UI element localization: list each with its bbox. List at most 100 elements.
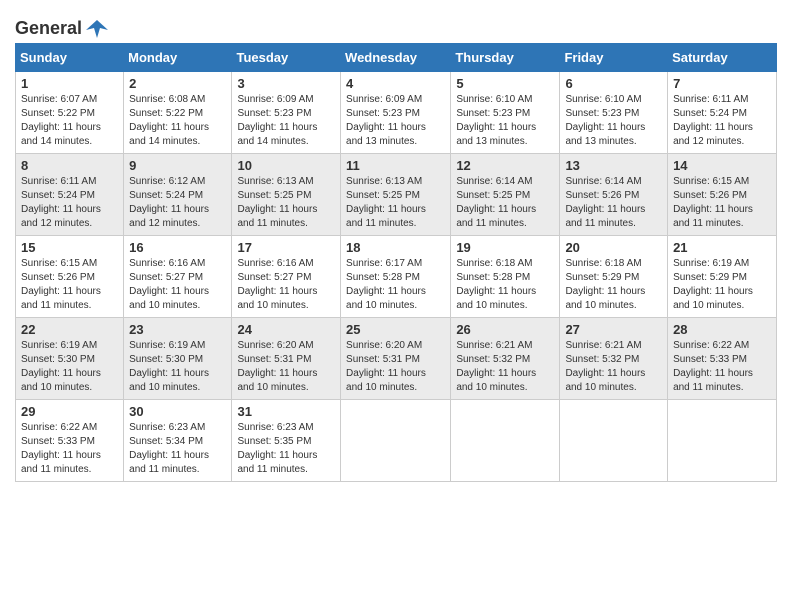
sunrise-label: Sunrise: 6:19 AM xyxy=(673,258,749,269)
day-info: Sunrise: 6:19 AM Sunset: 5:30 PM Dayligh… xyxy=(129,339,226,395)
calendar-day-cell: 13 Sunrise: 6:14 AM Sunset: 5:26 PM Dayl… xyxy=(560,154,668,236)
calendar-day-cell xyxy=(560,400,668,482)
sunrise-label: Sunrise: 6:20 AM xyxy=(346,340,422,351)
day-info: Sunrise: 6:19 AM Sunset: 5:29 PM Dayligh… xyxy=(673,257,771,313)
day-info: Sunrise: 6:20 AM Sunset: 5:31 PM Dayligh… xyxy=(346,339,445,395)
sunrise-label: Sunrise: 6:20 AM xyxy=(237,340,313,351)
day-number: 5 xyxy=(456,76,554,91)
logo: General xyxy=(15,18,108,35)
sunset-label: Sunset: 5:23 PM xyxy=(237,108,311,119)
day-number: 15 xyxy=(21,240,118,255)
calendar-week-row: 29 Sunrise: 6:22 AM Sunset: 5:33 PM Dayl… xyxy=(16,400,777,482)
day-number: 14 xyxy=(673,158,771,173)
sunrise-label: Sunrise: 6:10 AM xyxy=(565,94,641,105)
calendar-day-cell: 28 Sunrise: 6:22 AM Sunset: 5:33 PM Dayl… xyxy=(668,318,777,400)
weekday-header-monday: Monday xyxy=(124,44,232,72)
calendar-day-cell: 4 Sunrise: 6:09 AM Sunset: 5:23 PM Dayli… xyxy=(341,72,451,154)
day-number: 8 xyxy=(21,158,118,173)
daylight-label: Daylight: 11 hours and 11 minutes. xyxy=(346,204,426,229)
daylight-label: Daylight: 11 hours and 14 minutes. xyxy=(21,122,101,147)
calendar-day-cell: 24 Sunrise: 6:20 AM Sunset: 5:31 PM Dayl… xyxy=(232,318,341,400)
sunrise-label: Sunrise: 6:09 AM xyxy=(237,94,313,105)
sunset-label: Sunset: 5:27 PM xyxy=(129,272,203,283)
sunrise-label: Sunrise: 6:08 AM xyxy=(129,94,205,105)
day-number: 25 xyxy=(346,322,445,337)
day-number: 12 xyxy=(456,158,554,173)
sunset-label: Sunset: 5:23 PM xyxy=(456,108,530,119)
sunset-label: Sunset: 5:23 PM xyxy=(346,108,420,119)
daylight-label: Daylight: 11 hours and 11 minutes. xyxy=(565,204,645,229)
calendar-day-cell: 21 Sunrise: 6:19 AM Sunset: 5:29 PM Dayl… xyxy=(668,236,777,318)
day-info: Sunrise: 6:10 AM Sunset: 5:23 PM Dayligh… xyxy=(565,93,662,149)
calendar-table: SundayMondayTuesdayWednesdayThursdayFrid… xyxy=(15,43,777,482)
sunset-label: Sunset: 5:22 PM xyxy=(129,108,203,119)
sunrise-label: Sunrise: 6:11 AM xyxy=(673,94,748,105)
day-number: 17 xyxy=(237,240,335,255)
sunset-label: Sunset: 5:33 PM xyxy=(21,436,95,447)
sunrise-label: Sunrise: 6:14 AM xyxy=(456,176,532,187)
sunset-label: Sunset: 5:22 PM xyxy=(21,108,95,119)
day-info: Sunrise: 6:09 AM Sunset: 5:23 PM Dayligh… xyxy=(346,93,445,149)
calendar-day-cell: 8 Sunrise: 6:11 AM Sunset: 5:24 PM Dayli… xyxy=(16,154,124,236)
weekday-header-friday: Friday xyxy=(560,44,668,72)
sunset-label: Sunset: 5:30 PM xyxy=(21,354,95,365)
daylight-label: Daylight: 11 hours and 10 minutes. xyxy=(565,286,645,311)
sunset-label: Sunset: 5:33 PM xyxy=(673,354,747,365)
calendar-week-row: 15 Sunrise: 6:15 AM Sunset: 5:26 PM Dayl… xyxy=(16,236,777,318)
calendar-day-cell: 12 Sunrise: 6:14 AM Sunset: 5:25 PM Dayl… xyxy=(451,154,560,236)
daylight-label: Daylight: 11 hours and 10 minutes. xyxy=(456,286,536,311)
sunrise-label: Sunrise: 6:17 AM xyxy=(346,258,422,269)
day-number: 19 xyxy=(456,240,554,255)
sunset-label: Sunset: 5:25 PM xyxy=(456,190,530,201)
day-info: Sunrise: 6:18 AM Sunset: 5:28 PM Dayligh… xyxy=(456,257,554,313)
calendar-day-cell: 9 Sunrise: 6:12 AM Sunset: 5:24 PM Dayli… xyxy=(124,154,232,236)
sunrise-label: Sunrise: 6:16 AM xyxy=(237,258,313,269)
calendar-day-cell: 31 Sunrise: 6:23 AM Sunset: 5:35 PM Dayl… xyxy=(232,400,341,482)
day-number: 3 xyxy=(237,76,335,91)
day-number: 10 xyxy=(237,158,335,173)
calendar-day-cell: 22 Sunrise: 6:19 AM Sunset: 5:30 PM Dayl… xyxy=(16,318,124,400)
day-number: 21 xyxy=(673,240,771,255)
daylight-label: Daylight: 11 hours and 10 minutes. xyxy=(237,286,317,311)
calendar-day-cell: 16 Sunrise: 6:16 AM Sunset: 5:27 PM Dayl… xyxy=(124,236,232,318)
day-number: 24 xyxy=(237,322,335,337)
day-info: Sunrise: 6:22 AM Sunset: 5:33 PM Dayligh… xyxy=(673,339,771,395)
day-number: 30 xyxy=(129,404,226,419)
sunset-label: Sunset: 5:26 PM xyxy=(565,190,639,201)
calendar-day-cell: 11 Sunrise: 6:13 AM Sunset: 5:25 PM Dayl… xyxy=(341,154,451,236)
daylight-label: Daylight: 11 hours and 10 minutes. xyxy=(129,286,209,311)
calendar-day-cell: 2 Sunrise: 6:08 AM Sunset: 5:22 PM Dayli… xyxy=(124,72,232,154)
calendar-day-cell xyxy=(668,400,777,482)
day-number: 22 xyxy=(21,322,118,337)
sunset-label: Sunset: 5:35 PM xyxy=(237,436,311,447)
day-number: 20 xyxy=(565,240,662,255)
day-number: 29 xyxy=(21,404,118,419)
sunrise-label: Sunrise: 6:12 AM xyxy=(129,176,205,187)
sunset-label: Sunset: 5:30 PM xyxy=(129,354,203,365)
sunset-label: Sunset: 5:27 PM xyxy=(237,272,311,283)
daylight-label: Daylight: 11 hours and 10 minutes. xyxy=(673,286,753,311)
daylight-label: Daylight: 11 hours and 13 minutes. xyxy=(346,122,426,147)
day-number: 28 xyxy=(673,322,771,337)
day-info: Sunrise: 6:13 AM Sunset: 5:25 PM Dayligh… xyxy=(237,175,335,231)
calendar-day-cell: 25 Sunrise: 6:20 AM Sunset: 5:31 PM Dayl… xyxy=(341,318,451,400)
day-info: Sunrise: 6:12 AM Sunset: 5:24 PM Dayligh… xyxy=(129,175,226,231)
sunrise-label: Sunrise: 6:07 AM xyxy=(21,94,97,105)
weekday-header-tuesday: Tuesday xyxy=(232,44,341,72)
sunset-label: Sunset: 5:28 PM xyxy=(456,272,530,283)
daylight-label: Daylight: 11 hours and 11 minutes. xyxy=(673,368,753,393)
daylight-label: Daylight: 11 hours and 14 minutes. xyxy=(129,122,209,147)
day-info: Sunrise: 6:09 AM Sunset: 5:23 PM Dayligh… xyxy=(237,93,335,149)
daylight-label: Daylight: 11 hours and 13 minutes. xyxy=(456,122,536,147)
sunset-label: Sunset: 5:34 PM xyxy=(129,436,203,447)
day-number: 11 xyxy=(346,158,445,173)
sunset-label: Sunset: 5:31 PM xyxy=(346,354,420,365)
sunset-label: Sunset: 5:25 PM xyxy=(346,190,420,201)
day-info: Sunrise: 6:21 AM Sunset: 5:32 PM Dayligh… xyxy=(456,339,554,395)
calendar-day-cell: 10 Sunrise: 6:13 AM Sunset: 5:25 PM Dayl… xyxy=(232,154,341,236)
day-info: Sunrise: 6:18 AM Sunset: 5:29 PM Dayligh… xyxy=(565,257,662,313)
calendar-day-cell: 23 Sunrise: 6:19 AM Sunset: 5:30 PM Dayl… xyxy=(124,318,232,400)
day-info: Sunrise: 6:15 AM Sunset: 5:26 PM Dayligh… xyxy=(673,175,771,231)
day-info: Sunrise: 6:17 AM Sunset: 5:28 PM Dayligh… xyxy=(346,257,445,313)
daylight-label: Daylight: 11 hours and 10 minutes. xyxy=(129,368,209,393)
